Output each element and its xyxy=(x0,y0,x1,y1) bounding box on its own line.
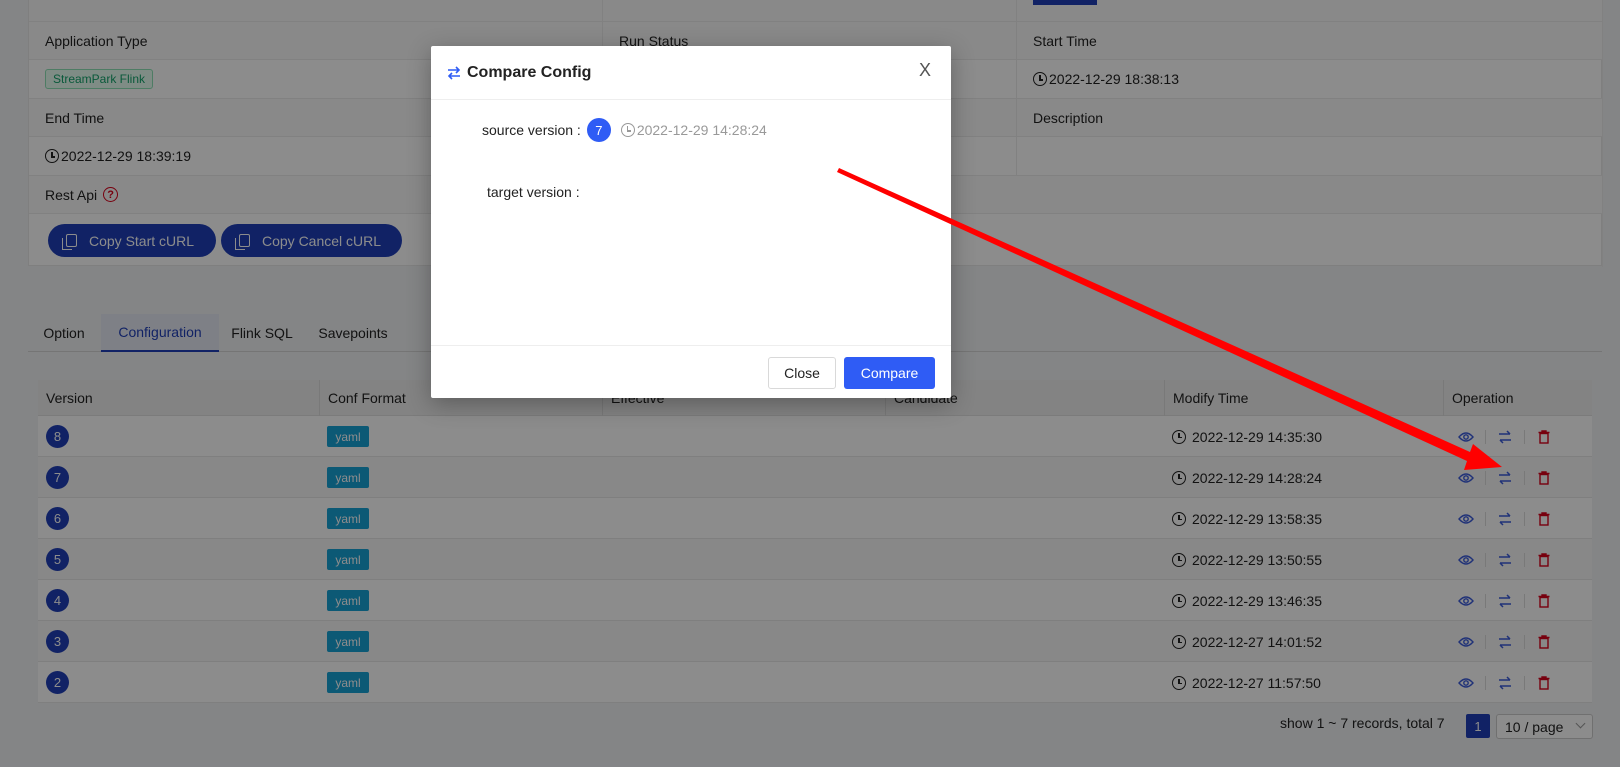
app-page: Application Type Run Status Start Time S… xyxy=(0,0,1620,767)
annotation-arrow xyxy=(837,168,1502,470)
